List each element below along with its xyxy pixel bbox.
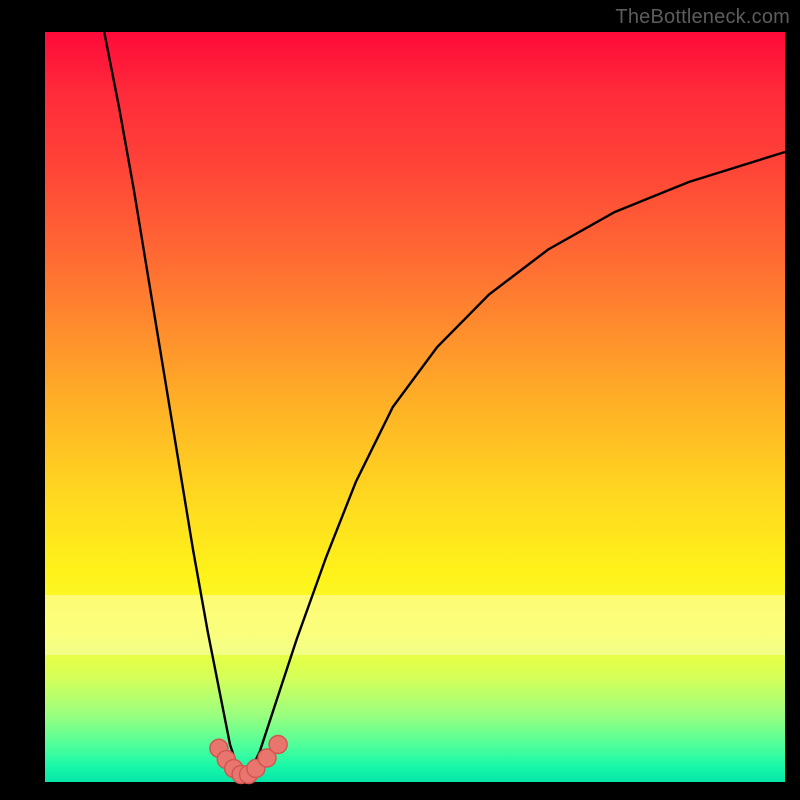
curve-left-branch: [104, 32, 245, 782]
curve-right-branch: [245, 152, 785, 782]
chart-frame: TheBottleneck.com: [0, 0, 800, 800]
highlight-dots: [210, 736, 287, 784]
highlight-dot: [269, 736, 287, 754]
plot-area: [45, 32, 785, 782]
attribution-watermark: TheBottleneck.com: [615, 6, 790, 29]
curve-layer: [45, 32, 785, 782]
